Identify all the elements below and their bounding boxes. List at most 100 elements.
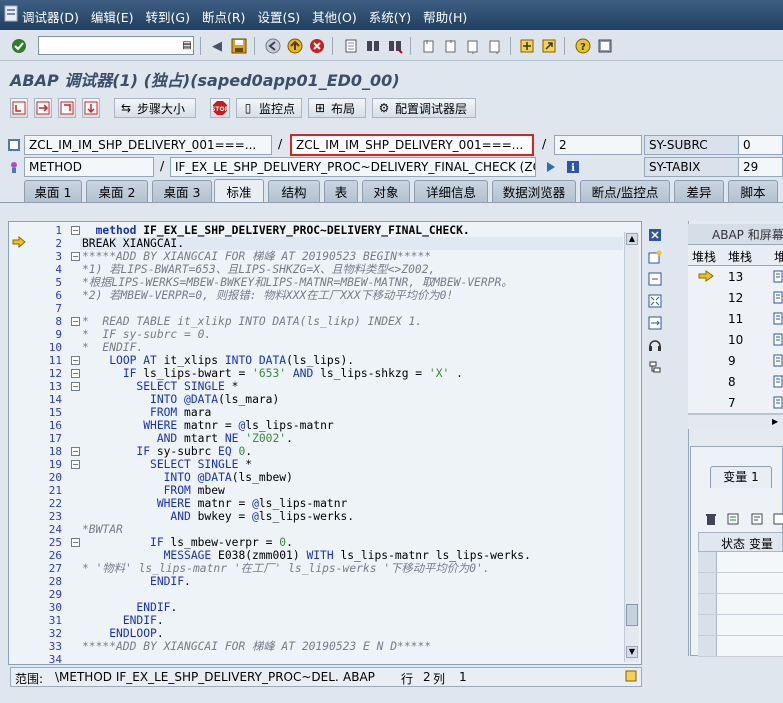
tab-diff[interactable]: 差异 [674, 180, 724, 202]
find-icon[interactable] [364, 37, 382, 55]
fold-toggle-icon[interactable]: − [71, 356, 80, 365]
exit-icon[interactable] [286, 37, 304, 55]
variable-row[interactable] [698, 573, 783, 594]
code-line[interactable]: FROM mbew [82, 484, 225, 497]
code-line[interactable]: BREAK XIANGCAI. [82, 237, 184, 250]
new-session-icon[interactable] [518, 37, 536, 55]
code-line[interactable]: INTO @DATA(ls_mbew) [82, 471, 293, 484]
scroll-up-arrow[interactable]: ▲ [626, 233, 638, 245]
tab-script[interactable]: 脚本 [728, 180, 778, 202]
variables-col-status[interactable]: 状态 [721, 535, 745, 552]
menu-system[interactable]: 系统(Y) [369, 7, 411, 26]
return-button[interactable] [58, 98, 76, 118]
code-line[interactable]: * ENDIF. [82, 341, 143, 354]
swap-tool-icon[interactable] [646, 314, 664, 332]
stack-row[interactable]: 7 [688, 392, 783, 414]
insert-variables-icon[interactable] [724, 510, 742, 528]
code-line[interactable]: IF sy-subrc EQ 0. [82, 445, 252, 458]
command-history-icon[interactable]: ▤ [178, 37, 196, 55]
tab-details[interactable]: 详细信息 [414, 180, 488, 202]
row-selector[interactable] [698, 573, 717, 593]
variable-row[interactable] [698, 552, 783, 573]
variable-settings-icon[interactable] [748, 510, 766, 528]
code-line[interactable]: *BWTAR [82, 523, 123, 536]
config-layer-button[interactable]: ⚙ 配置调试器层 [372, 98, 476, 118]
code-line[interactable]: *2) 若MBEW-VERPR=0, 则报错: 物料XXX在工厂XXX下移动平均… [82, 289, 453, 302]
tab-standard[interactable]: 标准 [214, 179, 264, 203]
program-field[interactable]: ZCL_IM_IM_SHP_DELIVERY_001===... [24, 135, 272, 155]
code-line[interactable]: LOOP AT it_xlips INTO DATA(ls_lips). [82, 354, 354, 367]
services-icon[interactable] [646, 336, 664, 354]
row-selector[interactable] [698, 594, 717, 614]
step-over-button[interactable] [34, 98, 52, 118]
variable-more-icon[interactable] [770, 510, 783, 528]
code-line[interactable]: method IF_EX_LE_SHP_DELIVERY_PROC~DELIVE… [82, 224, 470, 237]
code-line[interactable]: * '物料' ls_lips-matnr '在工厂' ls_lips-werks… [82, 562, 490, 575]
tab-breakpoints[interactable]: 断点/监控点 [580, 180, 670, 202]
code-line[interactable]: FROM mara [82, 406, 211, 419]
fold-toggle-icon[interactable]: − [71, 460, 80, 469]
back-arrow-icon[interactable]: ◀ [208, 37, 226, 55]
tab-object[interactable]: 对象 [362, 180, 410, 202]
tab-table[interactable]: 表 [324, 180, 358, 202]
tab-data-browser[interactable]: 数据浏览器 [492, 180, 576, 202]
code-line[interactable]: WHERE matnr = @ls_lips-matnr [82, 419, 333, 432]
command-field[interactable] [38, 36, 194, 55]
code-line[interactable]: *根据LIPS-WERKS=MBEW-BWKEY和LIPS-MATNR=MBEW… [82, 276, 513, 289]
sy-subrc-value[interactable]: 0 [738, 135, 783, 155]
menu-debugger[interactable]: 调试器(D) [22, 7, 79, 26]
tool-settings-icon[interactable] [646, 358, 664, 376]
new-tool-icon[interactable] [646, 248, 664, 266]
variable-row[interactable] [698, 636, 783, 657]
row-selector[interactable] [698, 552, 717, 572]
stack-col-3[interactable]: 堆 [774, 248, 783, 265]
fold-toggle-icon[interactable]: − [71, 252, 80, 261]
fold-toggle-icon[interactable]: − [71, 226, 80, 235]
tab-desktop-3[interactable]: 桌面 3 [152, 180, 212, 202]
fold-toggle-icon[interactable]: − [71, 447, 80, 456]
delete-icon[interactable] [702, 510, 720, 528]
previous-page-icon[interactable] [442, 37, 460, 55]
first-page-icon[interactable] [420, 37, 438, 55]
code-line[interactable]: ENDIF. [82, 614, 164, 627]
cancel-icon[interactable] [308, 37, 326, 55]
code-line[interactable]: * IF sy-subrc = 0. [82, 328, 211, 341]
code-line[interactable]: IF ls_lips-bwart = '653' AND ls_lips-shk… [82, 367, 463, 380]
editor-vertical-scrollbar[interactable]: ▲ ▼ [624, 232, 639, 662]
last-page-icon[interactable] [486, 37, 504, 55]
code-line[interactable]: SELECT SINGLE * [82, 380, 238, 393]
code-line[interactable]: *****ADD BY XIANGCAI FOR 梯峰 AT 20190523 … [82, 640, 431, 653]
stack-scroll-right[interactable]: ▶ [772, 416, 782, 427]
fold-toggle-icon[interactable]: − [71, 369, 80, 378]
save-icon[interactable] [230, 37, 248, 55]
sy-tabix-value[interactable]: 29 [738, 157, 783, 177]
step-into-button[interactable] [10, 98, 28, 118]
stop-button[interactable]: STOP [210, 98, 230, 118]
menu-goto[interactable]: 转到(G) [146, 7, 190, 26]
code-line[interactable]: *****ADD BY XIANGCAI FOR 梯峰 AT 20190523 … [82, 250, 431, 263]
customize-layout-icon[interactable] [596, 37, 614, 55]
tab-structure[interactable]: 结构 [268, 180, 320, 202]
stack-col-2[interactable]: 堆栈 [728, 248, 752, 265]
tab-desktop-2[interactable]: 桌面 2 [86, 180, 148, 202]
menu-settings[interactable]: 设置(S) [257, 7, 300, 26]
tab-variables-1[interactable]: 变量 1 [710, 466, 772, 488]
menu-edit[interactable]: 编辑(E) [91, 7, 134, 26]
stack-row[interactable]: 13 [688, 266, 783, 288]
next-page-icon[interactable] [464, 37, 482, 55]
scroll-thumb[interactable] [626, 604, 638, 626]
fold-toggle-icon[interactable]: − [71, 317, 80, 326]
row-selector[interactable] [698, 636, 717, 656]
fold-toggle-icon[interactable]: − [71, 538, 80, 547]
full-screen-icon[interactable] [646, 292, 664, 310]
status-note-icon[interactable] [625, 670, 637, 685]
stack-row[interactable]: 8 [688, 371, 783, 393]
code-line[interactable]: ENDIF. [82, 601, 177, 614]
close-editor-icon[interactable] [646, 226, 664, 244]
code-line[interactable]: INTO @DATA(ls_mara) [82, 393, 279, 406]
stack-row[interactable]: 11 [688, 308, 783, 330]
step-size-button[interactable]: ⇆ 步骤大小 [114, 98, 196, 118]
menu-breakpoints[interactable]: 断点(R) [202, 7, 245, 26]
enter-icon[interactable] [10, 37, 28, 55]
layout-button[interactable]: ⊞ 布局 [308, 98, 366, 118]
